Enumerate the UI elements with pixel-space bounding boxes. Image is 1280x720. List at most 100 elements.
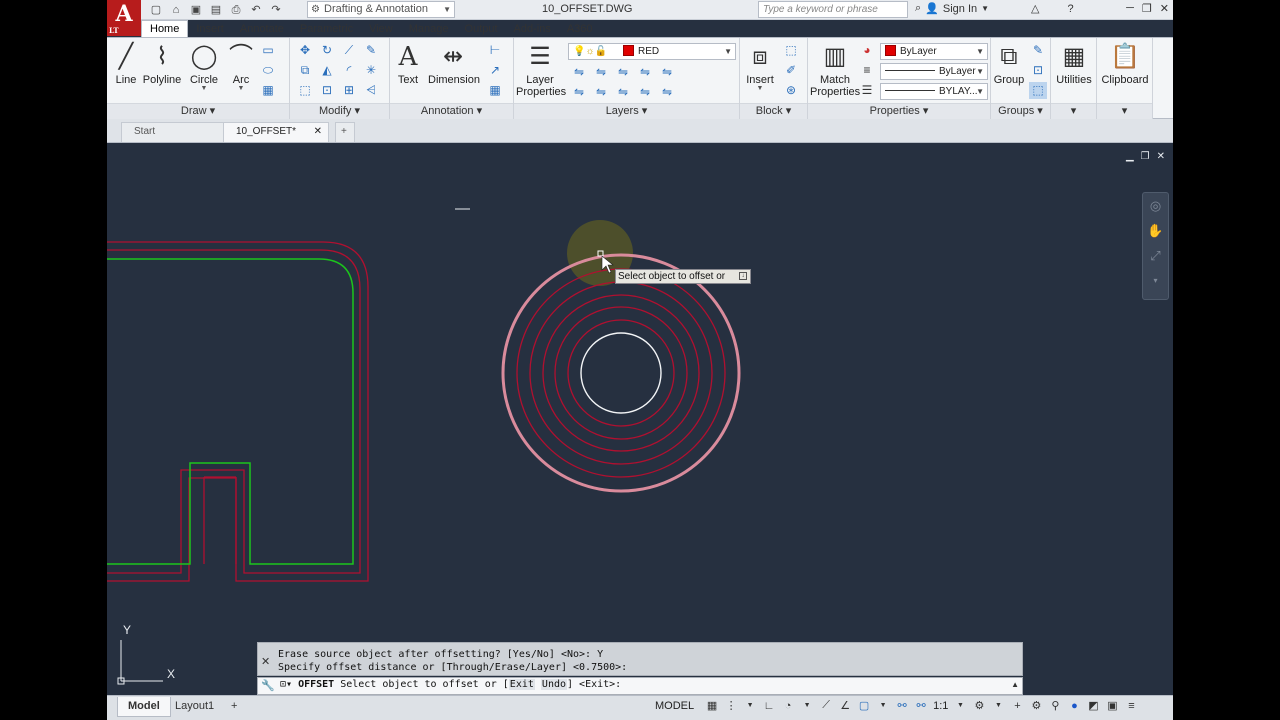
tab-drawing[interactable]: 10_OFFSET* ✕ [223,122,329,142]
polar-icon[interactable]: ◔ [781,700,795,712]
properties-panel-title[interactable]: Properties ▾ [808,103,990,119]
close-icon[interactable]: ✕ [1160,2,1169,15]
wrench-icon[interactable]: 🔧 [261,679,275,692]
lineweight-icon[interactable]: ≡ [858,62,876,79]
tab-parametric[interactable]: Parametric [292,21,361,38]
orbit-icon[interactable]: ▾ [1143,268,1168,293]
rectangle-icon[interactable]: ▭ [259,42,277,59]
layer-previous-icon[interactable]: ⇋ [592,84,610,101]
pan-icon[interactable]: ✋ [1143,218,1168,243]
tab-home[interactable]: Home [141,20,189,38]
layer-freeze-icon[interactable]: ⇋ [614,64,632,81]
add-layout-button[interactable]: + [221,697,247,717]
utilities-panel-title[interactable]: ▾ [1051,103,1096,119]
annotation-visibility-icon[interactable]: ⚯ [895,699,909,712]
chevron-down-icon[interactable]: ▼ [953,702,967,709]
drawing-canvas[interactable]: ▁ ❐ ✕ Y X ◎ ✋ ⤢ ▾ Select object to offse… [107,143,1173,695]
tab-a360[interactable]: A360 [559,21,601,38]
mirror-icon[interactable]: ◭ [318,62,336,79]
edit-block-icon[interactable]: ✐ [782,62,800,79]
block-panel-title[interactable]: Block ▾ [740,103,807,119]
tab-output[interactable]: Output [457,21,506,38]
restore-icon[interactable]: ❐ [1142,2,1152,15]
layer-match-icon[interactable]: ⇋ [658,64,676,81]
grid-icon[interactable]: ▦ [705,699,719,712]
rotate-icon[interactable]: ↻ [318,42,336,59]
print-icon[interactable]: ⎙ [227,2,245,18]
clean-screen-icon[interactable]: ▣ [1105,699,1119,712]
tab-layout1[interactable]: Layout1 [165,697,224,717]
color-wheel-icon[interactable]: ◕ [858,42,876,59]
copy-icon[interactable]: ⧉ [296,62,314,79]
option-undo[interactable]: Undo [540,679,568,690]
ortho-icon[interactable]: ∟ [762,700,776,712]
workspace-dropdown[interactable]: ⚙ Drafting & Annotation ▼ [307,1,455,18]
chevron-up-icon[interactable]: ▲ [1011,680,1019,689]
linetype-dropdown[interactable]: ByLayer ▼ [880,63,988,80]
layer-current-icon[interactable]: ⇋ [570,84,588,101]
groups-panel-title[interactable]: Groups ▾ [991,103,1050,119]
close-icon[interactable]: ✕ [261,655,270,668]
layer-thaw-icon[interactable]: ⇋ [636,84,654,101]
clipboard-panel-title[interactable]: ▾ [1097,103,1152,119]
layer-lock-icon[interactable]: ⇋ [636,64,654,81]
exchange-icon[interactable]: △ [1031,2,1039,15]
polyline-button[interactable]: ⌇ Polyline [142,42,182,86]
linear-dim-icon[interactable]: ⊢ [486,42,504,59]
modify-panel-title[interactable]: Modify ▾ [290,103,389,119]
new-icon[interactable]: ▢ [147,2,165,18]
chevron-down-icon[interactable]: ▼ [743,702,757,709]
circle-button[interactable]: ◯ Circle ▼ [189,42,219,92]
create-block-icon[interactable]: ⬚ [782,42,800,59]
match-properties-button[interactable]: ▥ Match Properties [810,42,860,98]
explode-icon[interactable]: ✳ [362,62,380,79]
offset-icon[interactable]: ⩤ [362,82,380,99]
annotation-scale[interactable]: 1:1 [933,700,948,712]
isolate-icon[interactable]: ⚲ [1048,699,1062,712]
erase-icon[interactable]: ✎ [362,42,380,59]
stretch-icon[interactable]: ⬚ [296,82,314,99]
dimension-button[interactable]: ⇹ Dimension [428,42,480,86]
draw-panel-title[interactable]: Draw ▾ [107,103,289,119]
close-icon[interactable]: ✕ [314,123,322,141]
table-icon[interactable]: ▦ [486,82,504,99]
isodraft-icon[interactable]: ⟋ [819,699,833,712]
line-button[interactable]: ╱ Line [113,42,139,86]
layer-dropdown[interactable]: 💡☼🔓 RED ▼ [568,43,736,60]
tab-annotate[interactable]: Annotate [232,21,292,38]
ellipse-icon[interactable]: ⬭ [259,62,277,79]
new-tab-button[interactable]: + [335,122,355,142]
utilities-button[interactable]: ▦ Utilities [1053,42,1095,86]
annotation-panel-title[interactable]: Annotation ▾ [390,103,513,119]
steering-wheel-icon[interactable]: ◎ [1143,193,1168,218]
group-edit-icon[interactable]: ⊡ [1029,62,1047,79]
snap-icon[interactable]: ⋮ [724,699,738,712]
hardware-acceleration-icon[interactable]: ● [1067,700,1081,712]
sign-in-link[interactable]: Sign In [943,3,977,15]
object-snap-icon[interactable]: ▢ [857,699,871,712]
tab-manage[interactable]: Manage [401,21,457,38]
binoculars-icon[interactable]: ⌕ [915,2,921,15]
application-menu-button[interactable]: A LT [107,0,141,36]
search-input[interactable]: Type a keyword or phrase [758,1,908,18]
minimize-icon[interactable]: ─ [1126,2,1134,15]
group-select-icon[interactable]: ⬚ [1029,82,1047,99]
model-space-toggle[interactable]: MODEL [655,700,694,712]
layer-unlock-icon[interactable]: ⇋ [658,84,676,101]
scale-icon[interactable]: ⊡ [318,82,336,99]
open-icon[interactable]: ⌂ [167,2,185,18]
lineweight-dropdown[interactable]: BYLAY... ▼ [880,83,988,100]
insert-button[interactable]: ⧈ Insert ▼ [744,42,776,92]
text-button[interactable]: A Text [396,42,420,86]
help-icon[interactable]: ? [1068,3,1074,15]
arc-button[interactable]: ⌒ Arc ▼ [229,42,253,92]
tab-model[interactable]: Model [117,697,171,717]
move-icon[interactable]: ✥ [296,42,314,59]
tab-view[interactable]: View [361,21,401,38]
group-button[interactable]: ⧉ Group [993,42,1025,86]
fillet-icon[interactable]: ◜ [340,62,358,79]
tooltip-arrow-icon[interactable]: ↓ [739,272,747,280]
chevron-down-icon[interactable]: ▼ [981,4,989,13]
object-snap-tracking-icon[interactable]: ∠ [838,699,852,712]
layer-off-icon[interactable]: ⇋ [570,64,588,81]
